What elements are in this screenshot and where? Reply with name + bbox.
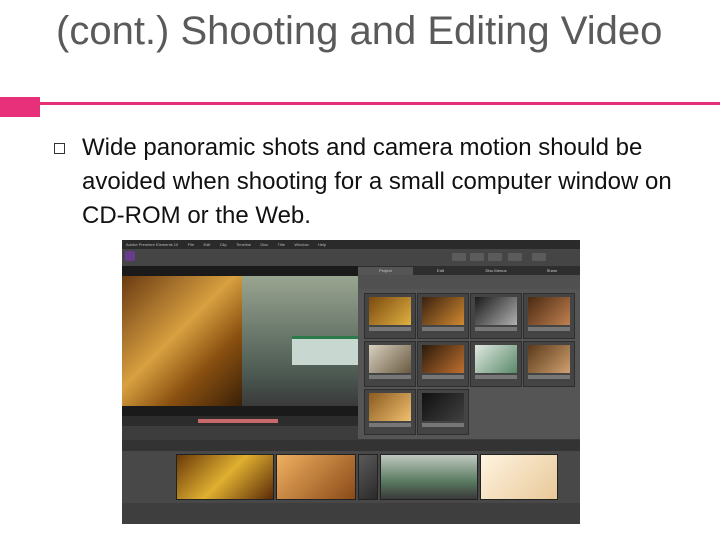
- menu-item-timeline[interactable]: Timeline: [236, 242, 251, 247]
- menu-item-disc[interactable]: Disc: [260, 242, 268, 247]
- redo-icon[interactable]: [488, 253, 502, 261]
- panel-subtoolbar: [358, 275, 580, 289]
- bullet-square-icon: [54, 143, 65, 154]
- accent-rule: [40, 102, 720, 105]
- undo-icon[interactable]: [470, 253, 484, 261]
- tab-project[interactable]: Project: [358, 267, 413, 275]
- timeline-header: [122, 440, 580, 451]
- preview-frame-left: [122, 276, 242, 406]
- media-thumb[interactable]: [417, 389, 469, 435]
- full-screen-icon[interactable]: [532, 253, 546, 261]
- save-icon[interactable]: [452, 253, 466, 261]
- media-thumb[interactable]: [470, 341, 522, 387]
- media-thumb[interactable]: [364, 293, 416, 339]
- accent-block: [0, 97, 40, 117]
- media-thumb[interactable]: [417, 293, 469, 339]
- preview-train: [292, 336, 358, 365]
- timeline-track: [122, 451, 580, 503]
- media-thumb[interactable]: [417, 341, 469, 387]
- tab-disc-menus[interactable]: Disc Menus: [468, 267, 524, 275]
- timeline-clip[interactable]: [276, 454, 356, 500]
- media-thumb[interactable]: [364, 341, 416, 387]
- timeline-clip[interactable]: [480, 454, 558, 500]
- menu-item-title[interactable]: Title: [278, 242, 285, 247]
- timeline-lower-tracks: [122, 503, 580, 524]
- organizer-icon[interactable]: [508, 253, 522, 261]
- slide-title: (cont.) Shooting and Editing Video: [56, 9, 663, 53]
- menu-item-clip[interactable]: Clip: [220, 242, 227, 247]
- timeline-clip[interactable]: [358, 454, 378, 500]
- tab-edit[interactable]: Edit: [413, 267, 468, 275]
- app-logo-icon: [125, 251, 135, 261]
- media-bin: [358, 289, 580, 439]
- menu-item-edit[interactable]: Edit: [203, 242, 210, 247]
- scrubber-bar[interactable]: [122, 416, 358, 426]
- playback-controls[interactable]: [122, 426, 358, 440]
- video-editor-screenshot: Adobe Premiere Elements 10 File Edit Cli…: [122, 240, 580, 524]
- menu-item-help[interactable]: Help: [318, 242, 326, 247]
- timeline-clip[interactable]: [176, 454, 274, 500]
- media-thumb[interactable]: [523, 341, 575, 387]
- media-thumb[interactable]: [364, 389, 416, 435]
- tab-share[interactable]: Share: [524, 267, 580, 275]
- app-menubar: Adobe Premiere Elements 10 File Edit Cli…: [122, 240, 580, 249]
- timeline-clip[interactable]: [380, 454, 478, 500]
- scrubber-selection[interactable]: [198, 419, 278, 423]
- panel-tabbar: Project Edit Disc Menus Share: [358, 266, 580, 275]
- menu-item-file[interactable]: File: [188, 242, 194, 247]
- media-thumb[interactable]: [470, 293, 522, 339]
- bullet-text: Wide panoramic shots and camera motion s…: [82, 134, 672, 229]
- preview-monitor[interactable]: [122, 266, 358, 416]
- menu-item-app[interactable]: Adobe Premiere Elements 10: [126, 242, 178, 247]
- menu-item-window[interactable]: Window: [294, 242, 308, 247]
- media-thumb[interactable]: [523, 293, 575, 339]
